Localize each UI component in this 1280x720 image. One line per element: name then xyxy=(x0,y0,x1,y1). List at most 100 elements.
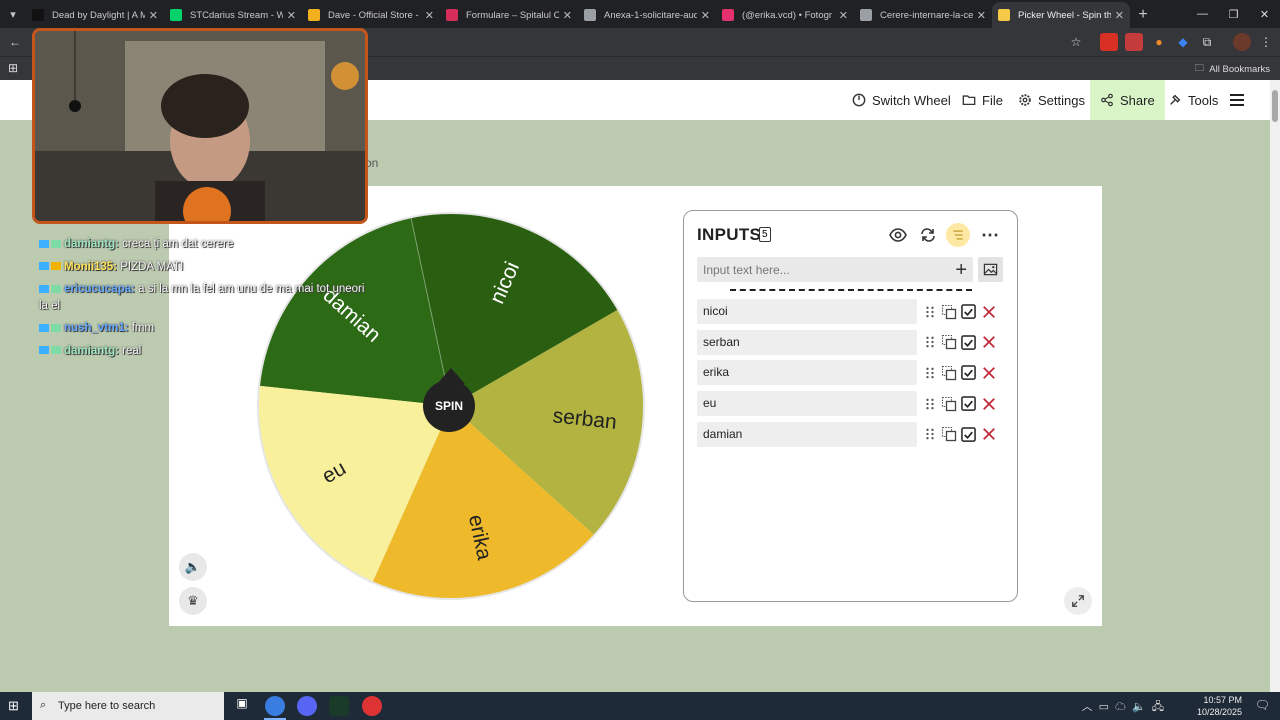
browser-tab[interactable]: Dead by Daylight | A Mul ✕ xyxy=(26,2,164,28)
chrome-taskbar-icon[interactable] xyxy=(265,696,285,716)
checkbox-checked-icon[interactable] xyxy=(960,395,977,412)
entry-name[interactable]: serban xyxy=(697,329,917,355)
input-entry-row: nicoi xyxy=(697,299,1005,324)
browser-tab[interactable]: Formulare – Spitalul Clinic ✕ xyxy=(440,2,578,28)
drag-handle-icon[interactable] xyxy=(921,395,938,412)
share-button[interactable]: Share xyxy=(1090,80,1165,120)
webcam-overlay xyxy=(32,28,368,224)
settings-button[interactable]: Settings xyxy=(1018,80,1085,120)
task-view-icon[interactable]: ▣ xyxy=(232,696,252,716)
terminal-taskbar-icon[interactable] xyxy=(329,696,349,716)
fullscreen-button[interactable] xyxy=(1064,587,1092,615)
entry-name[interactable]: damian xyxy=(697,421,917,447)
tab-close-icon[interactable]: ✕ xyxy=(701,9,710,22)
tab-close-icon[interactable]: ✕ xyxy=(839,9,848,22)
hammer-icon xyxy=(1170,94,1181,105)
tab-title: Formulare – Spitalul Clinic xyxy=(466,9,559,21)
duplicate-icon[interactable] xyxy=(940,334,957,351)
windows-start-icon[interactable]: ⊞ xyxy=(8,698,24,714)
restore-icon[interactable]: ❐ xyxy=(1218,0,1249,28)
delete-x-icon[interactable] xyxy=(980,395,997,412)
browser-tab[interactable]: Cerere-internare-la-cerer ✕ xyxy=(854,2,992,28)
wheel-svg[interactable]: damiannicoiserbanerikaeuSPIN xyxy=(255,210,647,602)
duplicate-icon[interactable] xyxy=(940,395,957,412)
sound-toggle-button[interactable]: 🔈 xyxy=(179,553,207,581)
browser-tab[interactable]: STCdarius Stream - Watc ✕ xyxy=(164,2,302,28)
drag-handle-icon[interactable] xyxy=(921,364,938,381)
sort-list-icon[interactable] xyxy=(946,223,970,247)
chat-message: la el xyxy=(39,300,60,312)
browser-tab[interactable]: Picker Wheel - Spin the W ✕ xyxy=(992,2,1130,28)
extension-icon[interactable] xyxy=(1125,33,1143,51)
input-text-field[interactable] xyxy=(703,262,956,277)
system-tray-icons[interactable]: ︿▭☁🔈🖧 xyxy=(1082,698,1170,717)
drag-handle-icon[interactable] xyxy=(921,334,938,351)
notification-icon[interactable]: 🗨 xyxy=(1255,698,1270,712)
switch-wheel-label: Switch Wheel xyxy=(872,92,951,108)
extension-icon[interactable] xyxy=(1100,33,1118,51)
chat-badge-icon xyxy=(51,284,61,293)
checkbox-checked-icon[interactable] xyxy=(960,334,977,351)
hamburger-menu-icon[interactable] xyxy=(1229,80,1245,120)
checkbox-checked-icon[interactable] xyxy=(960,303,977,320)
more-options-icon[interactable]: ⋯ xyxy=(978,223,1002,247)
duplicate-icon[interactable] xyxy=(940,426,957,443)
checkbox-checked-icon[interactable] xyxy=(960,364,977,381)
tab-close-icon[interactable]: ✕ xyxy=(425,9,434,22)
tab-close-icon[interactable]: ✕ xyxy=(149,9,158,22)
scrollbar-thumb[interactable] xyxy=(1272,90,1278,122)
page-scrollbar[interactable] xyxy=(1270,80,1280,692)
chat-text: la el xyxy=(39,300,61,312)
add-image-button[interactable] xyxy=(978,257,1003,282)
chat-text: real xyxy=(118,344,142,357)
tools-button[interactable]: Tools xyxy=(1168,80,1218,120)
tab-close-icon[interactable]: ✕ xyxy=(563,9,572,22)
duplicate-icon[interactable] xyxy=(940,364,957,381)
new-tab-button[interactable]: + xyxy=(1130,2,1156,28)
clock[interactable]: 10:57 PM 10/28/2025 xyxy=(1197,694,1242,718)
all-bookmarks-button[interactable]: 🗀 All Bookmarks xyxy=(1195,61,1270,77)
tab-search-chevron-icon[interactable]: ▾ xyxy=(0,0,26,28)
speaker-icon: 🔈 xyxy=(184,559,202,574)
apps-grid-icon[interactable]: ⊞ xyxy=(4,59,22,77)
duplicate-icon[interactable] xyxy=(940,303,957,320)
results-button[interactable]: ♛ xyxy=(179,587,207,615)
delete-x-icon[interactable] xyxy=(980,364,997,381)
browser-tab[interactable]: Anexa-1-solicitare-audien ✕ xyxy=(578,2,716,28)
bookmark-star-icon[interactable]: ☆ xyxy=(1067,33,1085,51)
eye-icon[interactable] xyxy=(886,223,910,247)
file-menu-button[interactable]: File xyxy=(962,80,1003,120)
shuffle-repeat-icon[interactable] xyxy=(916,223,940,247)
delete-x-icon[interactable] xyxy=(980,334,997,351)
browser-menu-icon[interactable]: ⋮ xyxy=(1257,33,1275,51)
chat-message: nush_vtm1: fmm xyxy=(39,322,154,334)
minimize-icon[interactable]: — xyxy=(1187,0,1218,28)
extensions-puzzle-icon[interactable]: ⧉ xyxy=(1198,33,1216,51)
add-entry-plus-icon[interactable]: + xyxy=(955,260,967,280)
entry-name[interactable]: erika xyxy=(697,360,917,386)
checkbox-checked-icon[interactable] xyxy=(960,426,977,443)
delete-x-icon[interactable] xyxy=(980,426,997,443)
close-window-icon[interactable]: ✕ xyxy=(1249,0,1280,28)
drag-handle-icon[interactable] xyxy=(921,303,938,320)
tab-close-icon[interactable]: ✕ xyxy=(287,9,296,22)
windows-taskbar: ⊞ ⌕ Type here to search ▣ ︿▭☁🔈🖧 10:57 PM… xyxy=(0,692,1280,720)
drag-handle-icon[interactable] xyxy=(921,426,938,443)
discord-taskbar-icon[interactable] xyxy=(297,696,317,716)
tab-close-icon[interactable]: ✕ xyxy=(1115,9,1124,22)
tab-close-icon[interactable]: ✕ xyxy=(977,9,986,22)
entry-name[interactable]: eu xyxy=(697,391,917,417)
entry-name[interactable]: nicoi xyxy=(697,299,917,324)
switch-wheel-button[interactable]: Switch Wheel xyxy=(852,80,951,120)
delete-x-icon[interactable] xyxy=(980,303,997,320)
browser-tab[interactable]: (@erika.vcd) • Fotogr ✕ xyxy=(716,2,854,28)
app-taskbar-icon[interactable] xyxy=(362,696,382,716)
taskbar-search-box[interactable]: ⌕ Type here to search xyxy=(32,692,224,720)
profile-avatar[interactable] xyxy=(1233,33,1251,51)
extension-icon[interactable]: ● xyxy=(1150,33,1168,51)
extension-icon[interactable]: ◆ xyxy=(1174,33,1192,51)
browser-tab[interactable]: Dave - Official Store - She ✕ xyxy=(302,2,440,28)
back-arrow-icon[interactable]: ← xyxy=(6,33,24,51)
picker-wheel[interactable]: damian nicoi serban erika eu SPIN xyxy=(255,210,647,602)
chat-badge-icon xyxy=(39,323,49,332)
